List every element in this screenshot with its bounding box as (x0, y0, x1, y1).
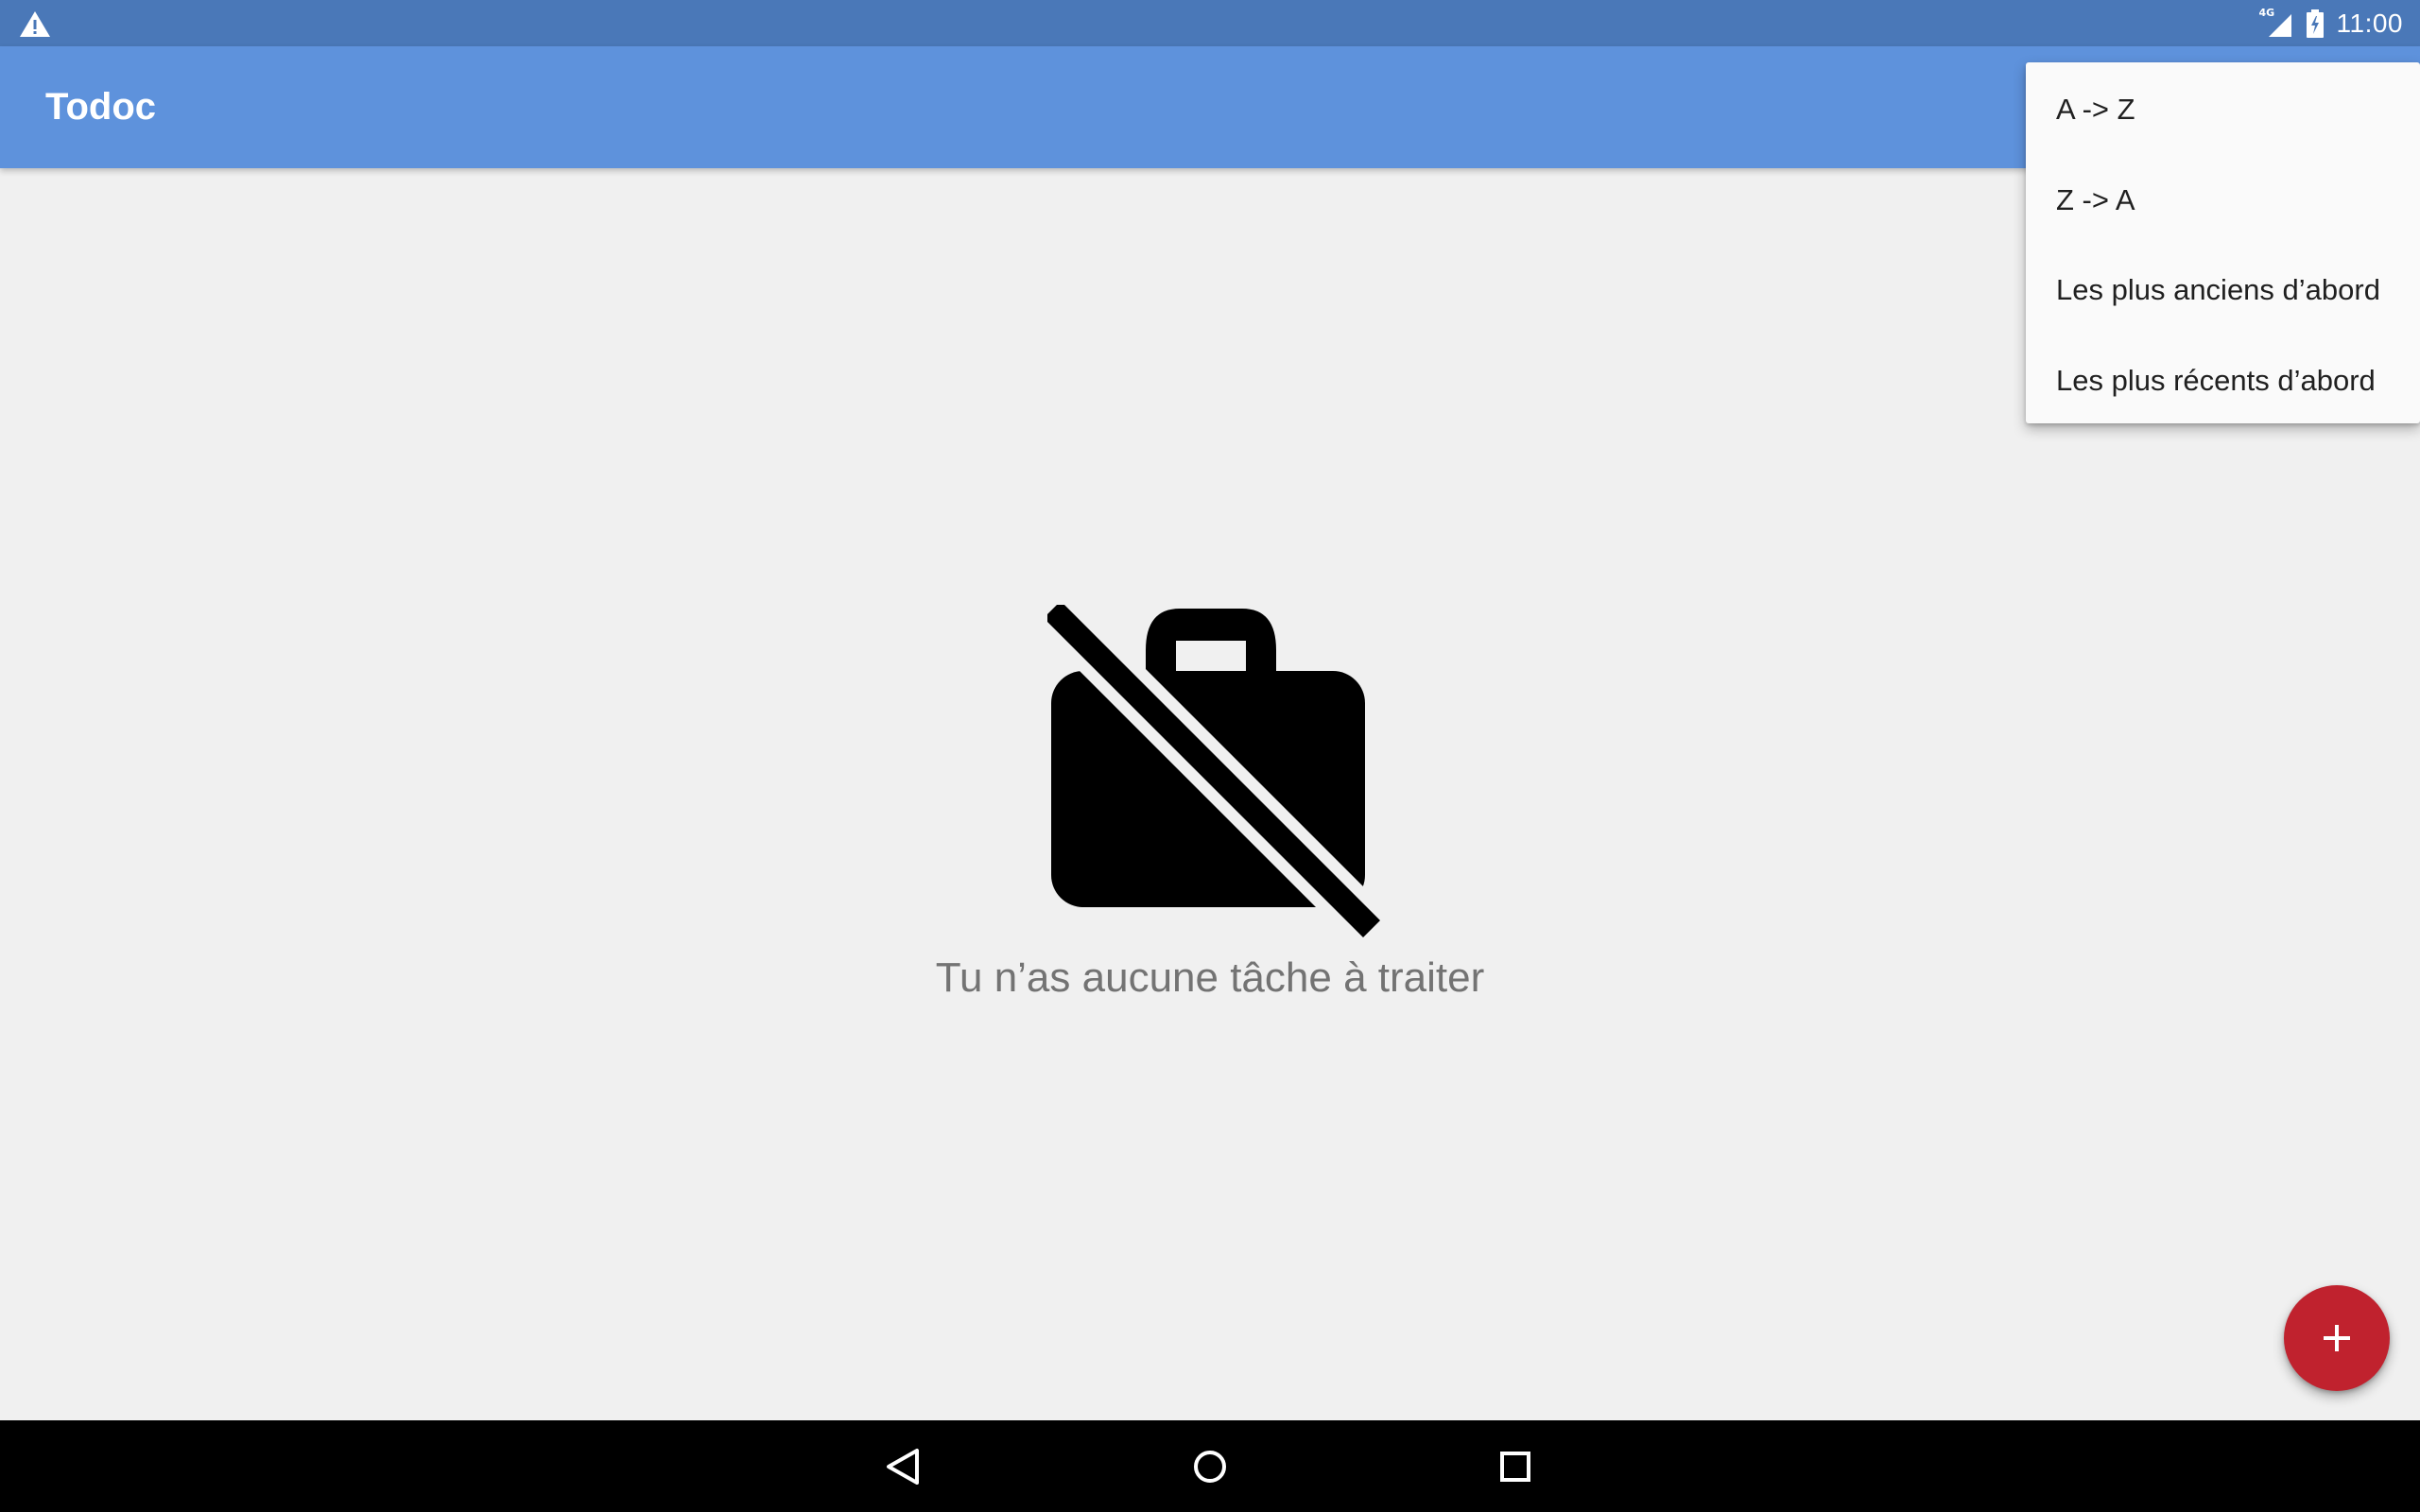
add-task-button[interactable] (2284, 1285, 2390, 1391)
add-icon (2324, 1325, 2350, 1351)
status-right: 4G 11:00 (2259, 0, 2404, 46)
status-time: 11:00 (2336, 8, 2403, 38)
warning-icon (20, 11, 50, 37)
recents-icon[interactable] (1492, 1443, 1539, 1490)
back-icon[interactable] (879, 1443, 926, 1490)
sort-menu: A -> Z Z -> A Les plus anciens d’abord L… (2026, 62, 2420, 423)
screen: 4G 11:00 Todoc Tu n’as aucune tâche à tr… (0, 0, 2420, 1512)
status-bar: 4G 11:00 (0, 0, 2420, 46)
navigation-bar (0, 1420, 2420, 1512)
signal-icon: 4G (2259, 7, 2293, 39)
home-icon[interactable] (1186, 1443, 1234, 1490)
battery-charging-icon (2306, 9, 2324, 38)
app-title: Todoc (45, 86, 157, 128)
menu-item-sort-newest[interactable]: Les plus récents d’abord (2026, 335, 2420, 426)
empty-message: Tu n’as aucune tâche à traiter (935, 954, 1485, 1001)
menu-item-sort-oldest[interactable]: Les plus anciens d’abord (2026, 245, 2420, 335)
menu-item-sort-alpha-reverse[interactable]: Z -> A (2026, 155, 2420, 246)
menu-item-sort-alpha[interactable]: A -> Z (2026, 64, 2420, 155)
work-off-icon (1047, 605, 1380, 937)
